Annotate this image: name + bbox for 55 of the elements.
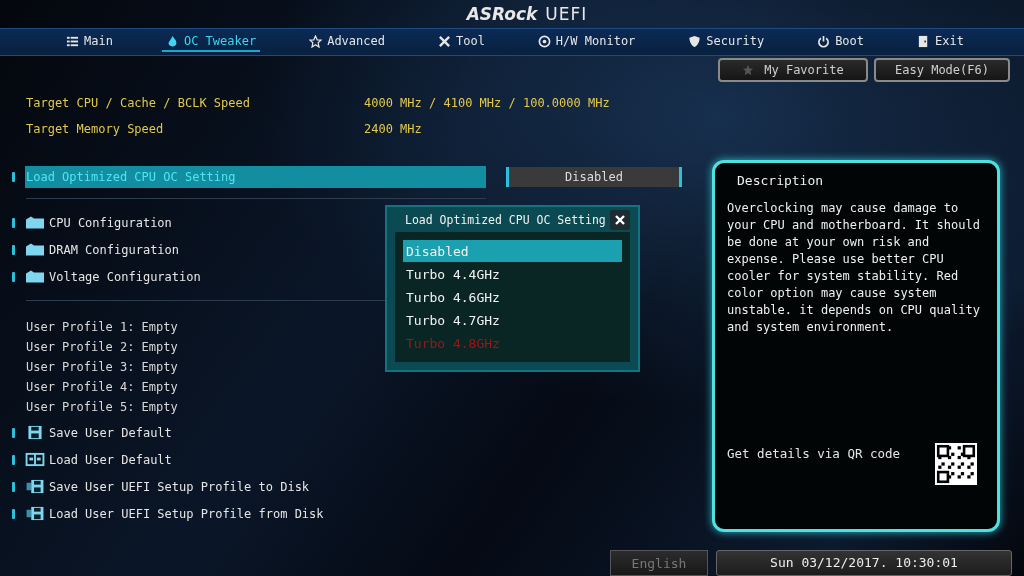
mode-button[interactable]: Easy Mode(F6) [874,58,1010,82]
nav-tab[interactable]: OC Tweaker [161,32,261,52]
submenu-item[interactable]: DRAM Configuration [49,242,180,257]
logo: ASRock [466,4,538,24]
info-label: Target Memory Speed [26,122,165,136]
info-label: Target CPU / Cache / BCLK Speed [26,96,251,110]
dialog-title: Load Optimized CPU OC Setting [405,212,606,227]
mode-button[interactable]: My Favorite [718,58,868,82]
disk-icon [25,506,45,521]
book-icon [25,452,45,467]
nav-tab[interactable]: Exit [913,32,968,52]
floppy-icon [25,425,45,440]
nav-tab[interactable]: Boot [813,32,869,52]
qr-code-icon [935,443,977,485]
folder-icon [25,269,45,284]
close-icon [615,214,625,225]
action-item[interactable]: Load User UEFI Setup Profile from Disk [49,506,324,521]
close-button[interactable] [610,209,630,230]
folder-icon [25,242,45,257]
shield-icon [688,34,702,48]
product-title: UEFI [545,4,588,24]
nav-tab[interactable]: Security [684,32,769,52]
submenu-item[interactable]: CPU Configuration [49,215,172,230]
nav-tab[interactable]: Main [62,32,117,52]
nav-tab[interactable]: H/W Monitor [533,32,640,52]
info-value: 2400 MHz [364,122,423,136]
profile-text: User Profile 3: Empty [26,359,178,376]
action-item[interactable]: Load User Default [49,452,172,467]
date-time: Sun 03/12/2017. 10:30:01 [716,550,1012,576]
profile-text: User Profile 1: Empty [26,319,178,336]
profile-text: User Profile 4: Empty [26,379,178,396]
tools-icon [437,34,451,48]
description-text: Overclocking may cause damage to your CPU and motherboard. It should be done at your own risk and expense. Please use better CPU cooler for system stability. Red color option may cause system unstable. it depends on CPU quality and system environment. [727,200,981,336]
nav-tab[interactable]: Tool [433,32,489,52]
action-item[interactable]: Save User Default [49,425,172,440]
folder-icon [25,215,45,230]
language-button[interactable]: English [610,550,708,576]
disk-icon [25,479,45,494]
info-value: 4000 MHz / 4100 MHz / 100.0000 MHz [364,96,611,110]
gauge-icon [537,34,551,48]
profile-text: User Profile 5: Empty [26,399,178,416]
submenu-item[interactable]: Voltage Configuration [49,269,201,284]
profile-text: User Profile 2: Empty [26,339,178,356]
option-item[interactable]: Turbo 4.6GHz [403,286,622,308]
qr-caption: Get details via QR code [727,446,901,461]
option-item[interactable]: Turbo 4.4GHz [403,263,622,285]
action-item[interactable]: Save User UEFI Setup Profile to Disk [49,479,310,494]
setting-value[interactable]: Disabled [506,167,682,187]
list-icon [66,34,79,48]
star-icon [309,34,323,48]
nav-tab[interactable]: Advanced [305,32,389,52]
power-icon [817,34,831,48]
option-item[interactable]: Turbo 4.7GHz [403,309,622,331]
description-title: Description [736,173,825,188]
star-icon [742,64,755,76]
